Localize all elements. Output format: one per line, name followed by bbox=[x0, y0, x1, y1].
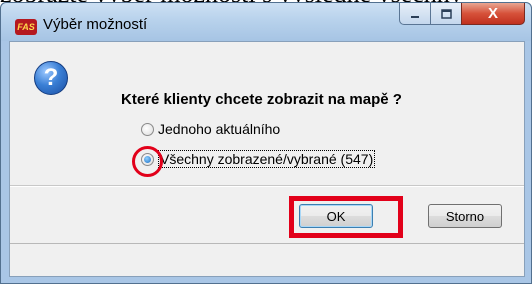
option-current-client[interactable]: Jednoho aktuálního bbox=[141, 121, 280, 137]
option-current-client-label: Jednoho aktuálního bbox=[158, 121, 281, 137]
dialog-body: ? Které klienty chcete zobrazit na mapě … bbox=[9, 41, 525, 277]
cancel-button[interactable]: Storno bbox=[428, 204, 502, 228]
radio-current-client[interactable] bbox=[141, 122, 154, 136]
close-icon: X bbox=[487, 5, 498, 22]
caption-buttons: X bbox=[399, 3, 525, 27]
option-all-clients-label: Všechny zobrazené/vybrané (547) bbox=[158, 150, 376, 168]
separator bbox=[10, 185, 524, 187]
option-all-clients[interactable]: Všechny zobrazené/vybrané (547) bbox=[141, 150, 376, 168]
question-text: Které klienty chcete zobrazit na mapě ? bbox=[121, 91, 402, 108]
close-button[interactable]: X bbox=[461, 3, 525, 25]
minimize-button[interactable] bbox=[399, 3, 430, 25]
highlight-circle-annotation bbox=[132, 146, 163, 177]
question-icon: ? bbox=[34, 61, 68, 95]
maximize-button[interactable] bbox=[430, 3, 461, 25]
app-logo-icon: FAS bbox=[15, 19, 37, 35]
dialog-window: FAS Výběr možností X ? Které klienty chc… bbox=[0, 2, 532, 284]
title-bar[interactable]: FAS Výběr možností X bbox=[1, 3, 531, 41]
status-bar bbox=[10, 243, 524, 276]
minimize-icon bbox=[411, 15, 419, 18]
maximize-icon bbox=[440, 8, 452, 19]
highlight-rect-annotation bbox=[289, 196, 403, 238]
window-title: Výběr možností bbox=[43, 16, 148, 33]
